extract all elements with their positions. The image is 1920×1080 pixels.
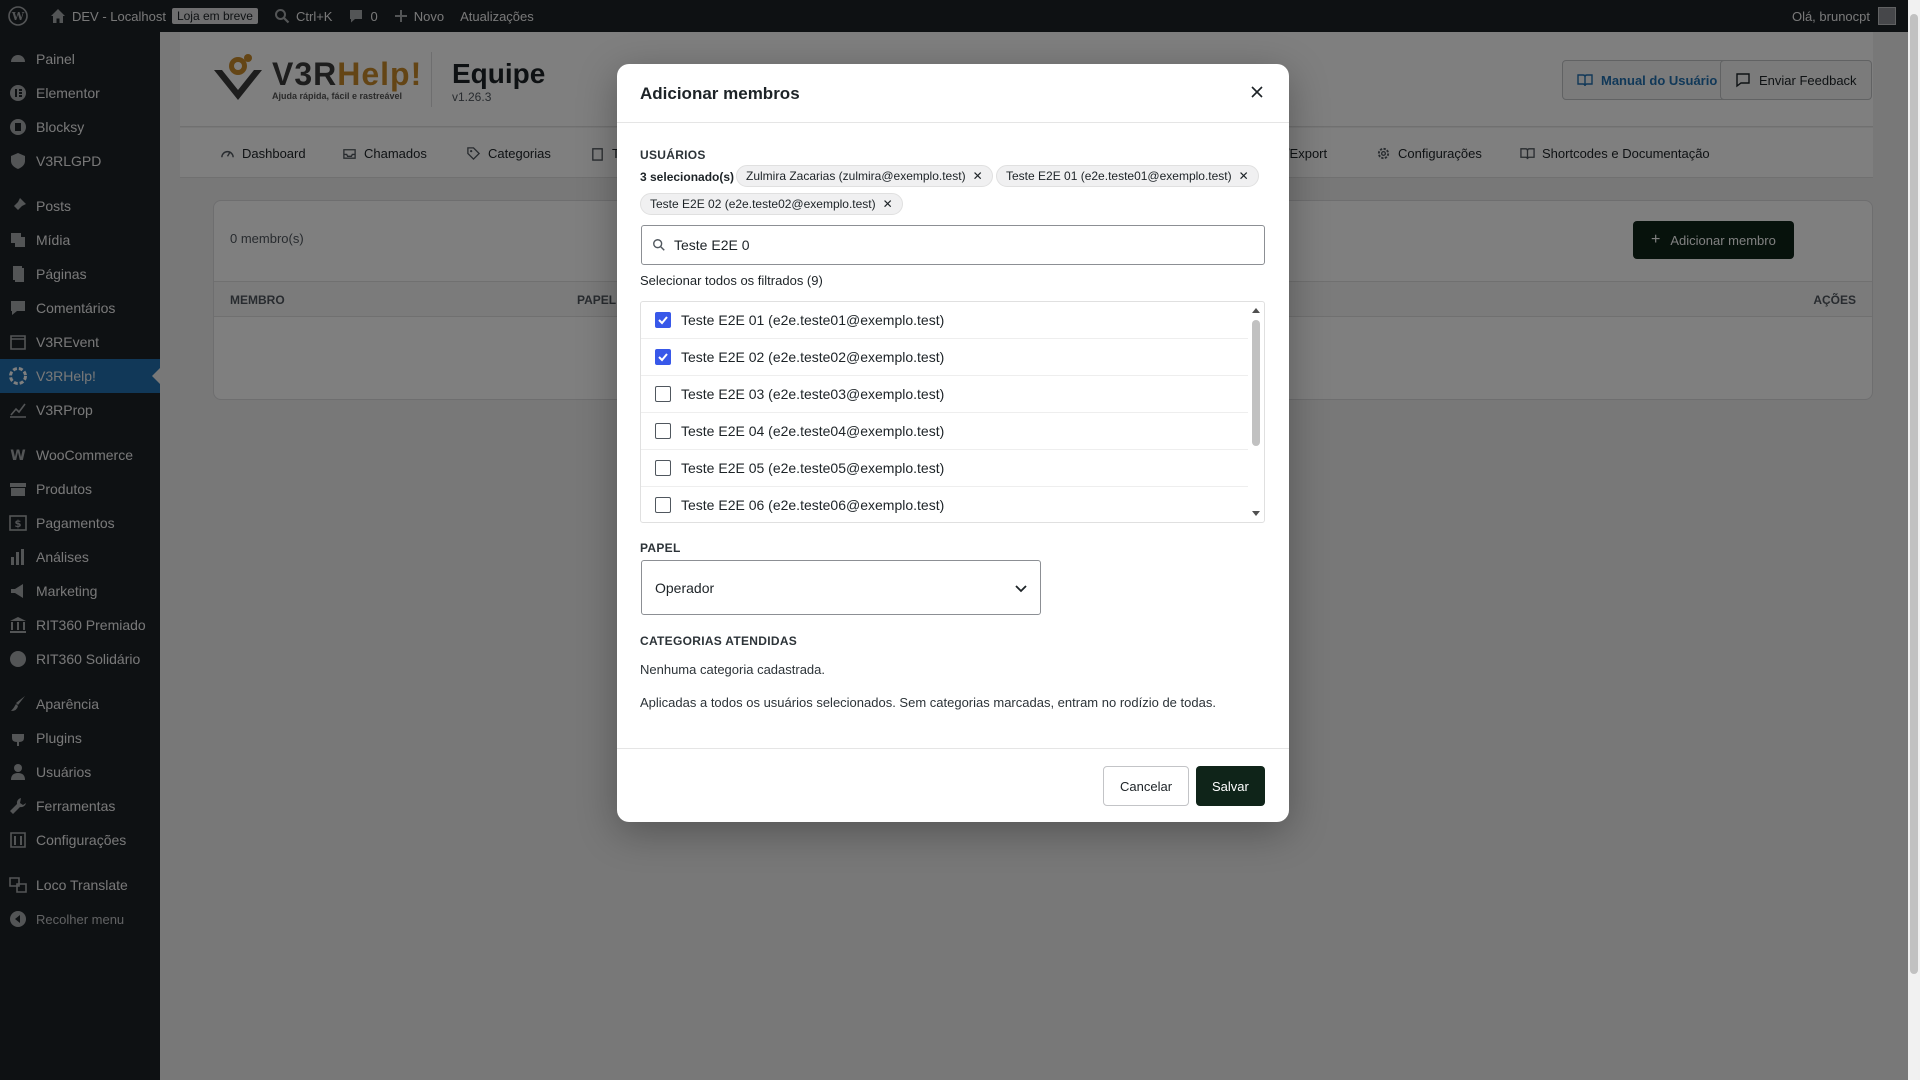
user-list-item[interactable]: Teste E2E 05 (e2e.teste05@exemplo.test) [641, 450, 1248, 487]
user-search-input[interactable] [674, 237, 1234, 253]
user-option-label: Teste E2E 05 (e2e.teste05@exemplo.test) [681, 460, 945, 476]
user-list: Teste E2E 01 (e2e.teste01@exemplo.test) T… [640, 301, 1265, 523]
user-checkbox[interactable] [655, 460, 671, 476]
user-list-item[interactable]: Teste E2E 04 (e2e.teste04@exemplo.test) [641, 413, 1248, 450]
user-list-item[interactable]: Teste E2E 02 (e2e.teste02@exemplo.test) [641, 339, 1248, 376]
chevron-down-icon [1015, 585, 1027, 593]
remove-chip-button[interactable]: ✕ [883, 197, 893, 211]
page-scrollbar[interactable] [1908, 0, 1920, 1080]
role-select[interactable]: Operador [641, 560, 1041, 615]
role-section-label: PAPEL [640, 541, 681, 555]
cancel-button[interactable]: Cancelar [1103, 766, 1190, 806]
user-list-item[interactable]: Teste E2E 03 (e2e.teste03@exemplo.test) [641, 376, 1248, 413]
user-checkbox[interactable] [655, 349, 671, 365]
remove-chip-button[interactable]: ✕ [973, 169, 983, 183]
selected-user-chip: Teste E2E 01 (e2e.teste01@exemplo.test) ✕ [996, 165, 1259, 187]
user-checkbox[interactable] [655, 386, 671, 402]
close-icon [1251, 86, 1263, 98]
user-option-label: Teste E2E 04 (e2e.teste04@exemplo.test) [681, 423, 945, 439]
user-option-label: Teste E2E 01 (e2e.teste01@exemplo.test) [681, 312, 945, 328]
scroll-up-icon[interactable] [1252, 308, 1260, 313]
user-option-label: Teste E2E 03 (e2e.teste03@exemplo.test) [681, 386, 945, 402]
modal-footer-divider [617, 748, 1289, 749]
user-checkbox[interactable] [655, 497, 671, 513]
user-option-label: Teste E2E 02 (e2e.teste02@exemplo.test) [681, 349, 945, 365]
add-members-modal: Adicionar membros USUÁRIOS 3 selecionado… [617, 64, 1289, 822]
modal-title: Adicionar membros [640, 84, 800, 103]
selected-user-chip: Teste E2E 02 (e2e.teste02@exemplo.test) ✕ [640, 193, 903, 215]
user-search-field[interactable] [641, 225, 1265, 265]
categories-section-label: CATEGORIAS ATENDIDAS [640, 634, 798, 648]
categories-help-text: Aplicadas a todos os usuários selecionad… [640, 695, 1216, 710]
modal-header: Adicionar membros [617, 64, 1289, 123]
role-selected-value: Operador [655, 579, 715, 596]
scroll-down-icon[interactable] [1252, 511, 1260, 516]
select-all-filtered-link[interactable]: Selecionar todos os filtrados (9) [640, 273, 823, 288]
users-section-label: USUÁRIOS [640, 148, 706, 162]
close-button[interactable] [1247, 82, 1267, 102]
selected-count: 3 selecionado(s) [640, 170, 735, 184]
check-icon [658, 353, 668, 362]
user-list-scrollbar[interactable] [1248, 302, 1264, 522]
remove-chip-button[interactable]: ✕ [1239, 169, 1249, 183]
search-icon [653, 239, 665, 251]
check-icon [658, 316, 668, 325]
user-checkbox[interactable] [655, 423, 671, 439]
no-categories-text: Nenhuma categoria cadastrada. [640, 662, 826, 677]
selected-user-chip: Zulmira Zacarias (zulmira@exemplo.test) ✕ [736, 165, 993, 187]
user-list-item[interactable]: Teste E2E 01 (e2e.teste01@exemplo.test) [641, 302, 1248, 339]
save-button[interactable]: Salvar [1196, 766, 1265, 806]
user-list-item[interactable]: Teste E2E 06 (e2e.teste06@exemplo.test) [641, 487, 1248, 522]
user-option-label: Teste E2E 06 (e2e.teste06@exemplo.test) [681, 497, 945, 513]
scrollbar-thumb[interactable] [1252, 320, 1260, 446]
user-checkbox[interactable] [655, 312, 671, 328]
